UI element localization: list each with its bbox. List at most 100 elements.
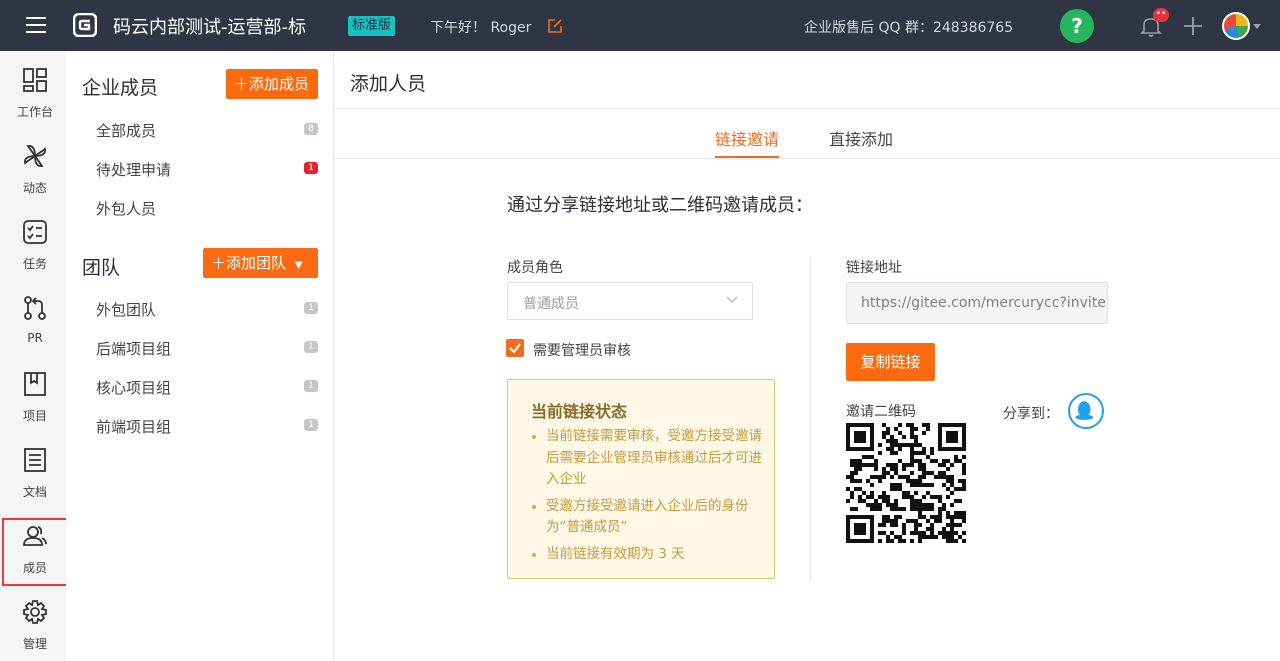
qr-module bbox=[858, 487, 862, 491]
plus-icon[interactable] bbox=[1182, 15, 1204, 37]
nav-item-admin[interactable]: 管理 bbox=[0, 583, 66, 659]
qr-module bbox=[962, 487, 966, 491]
sub-item-team[interactable]: 外包团队 1 bbox=[96, 299, 318, 320]
qr-module bbox=[954, 515, 958, 519]
nav-label: 管理 bbox=[22, 637, 47, 651]
qq-group-text: 企业版售后 QQ 群：248386765 bbox=[804, 20, 1014, 36]
qr-module bbox=[866, 463, 870, 467]
sub-item-team[interactable]: 核心项目组 1 bbox=[96, 377, 318, 398]
copy-link-button[interactable]: 复制链接 bbox=[846, 343, 935, 381]
qr-module bbox=[870, 491, 874, 495]
qr-module bbox=[906, 463, 910, 467]
qr-module bbox=[894, 463, 898, 467]
qr-module bbox=[886, 535, 890, 539]
qr-module bbox=[962, 463, 966, 467]
qr-module bbox=[926, 519, 930, 523]
edit-icon[interactable] bbox=[546, 17, 564, 35]
qr-module bbox=[922, 515, 926, 519]
sub-item-team[interactable]: 前端项目组 1 bbox=[96, 416, 318, 437]
qr-module bbox=[866, 479, 870, 483]
qr-module bbox=[890, 435, 894, 439]
qr-module bbox=[954, 511, 958, 515]
qr-module bbox=[890, 487, 894, 491]
status-item: 当前链接有效期为 3 天 bbox=[530, 544, 762, 566]
qq-share-icon[interactable] bbox=[1068, 393, 1104, 429]
qr-module bbox=[870, 507, 874, 511]
add-team-button[interactable]: ＋添加团队 ▼ bbox=[203, 248, 318, 278]
sub-item-all-members[interactable]: 全部成员 8 bbox=[96, 120, 318, 141]
qr-module bbox=[930, 527, 934, 531]
require-review-checkbox[interactable] bbox=[506, 339, 524, 357]
qr-module bbox=[866, 503, 870, 507]
hamburger-menu-icon[interactable] bbox=[26, 17, 46, 33]
sub-item-pending-requests[interactable]: 待处理申请 1 bbox=[96, 159, 318, 180]
qr-module bbox=[882, 519, 886, 523]
qr-module bbox=[894, 503, 898, 507]
qr-module bbox=[922, 503, 926, 507]
qr-module bbox=[930, 535, 934, 539]
chevron-down-icon bbox=[726, 296, 738, 303]
qr-module bbox=[910, 519, 914, 523]
qr-module bbox=[914, 443, 918, 447]
qr-module bbox=[958, 499, 962, 503]
help-button[interactable]: ? bbox=[1060, 9, 1094, 43]
qr-module bbox=[890, 503, 894, 507]
qr-module bbox=[858, 459, 862, 463]
count-badge: 1 bbox=[304, 162, 318, 174]
qr-module bbox=[850, 475, 854, 479]
qr-module bbox=[954, 539, 958, 543]
qr-module bbox=[950, 491, 954, 495]
qr-module bbox=[878, 531, 882, 535]
sub-item-team[interactable]: 后端项目组 1 bbox=[96, 338, 318, 359]
avatar[interactable] bbox=[1222, 12, 1250, 40]
qr-module bbox=[946, 459, 950, 463]
nav-item-projects[interactable]: 项目 bbox=[0, 355, 66, 431]
role-select[interactable]: 普通成员 bbox=[507, 282, 753, 320]
qr-module bbox=[850, 507, 854, 511]
qr-module bbox=[854, 479, 858, 483]
qr-module bbox=[882, 471, 886, 475]
nav-item-docs[interactable]: 文档 bbox=[0, 431, 66, 507]
nav-label: 文档 bbox=[22, 485, 47, 499]
role-label: 成员角色 bbox=[507, 260, 563, 276]
add-member-button[interactable]: ＋添加成员 bbox=[226, 69, 318, 99]
tab-direct-add[interactable]: 直接添加 bbox=[829, 126, 893, 158]
nav-item-workbench[interactable]: 工作台 bbox=[0, 51, 66, 127]
org-name[interactable]: 码云内部测试-运营部-标 bbox=[113, 13, 306, 39]
pinwheel-icon bbox=[24, 145, 46, 167]
qr-module bbox=[958, 459, 962, 463]
qr-module bbox=[950, 475, 954, 479]
qr-module bbox=[910, 459, 914, 463]
invite-link-input[interactable]: https://gitee.com/mercurycc?invite= bbox=[846, 282, 1108, 324]
divider bbox=[334, 108, 1280, 109]
qr-module bbox=[926, 455, 930, 459]
qr-module bbox=[954, 459, 958, 463]
qr-module bbox=[850, 471, 854, 475]
qr-module bbox=[874, 463, 878, 467]
qr-module bbox=[910, 471, 914, 475]
qr-module bbox=[894, 427, 898, 431]
nav-item-activity[interactable]: 动态 bbox=[0, 127, 66, 203]
sub-item-outsourced[interactable]: 外包人员 bbox=[96, 198, 318, 219]
qr-module bbox=[958, 523, 962, 527]
qr-module bbox=[926, 491, 930, 495]
qr-module bbox=[874, 475, 878, 479]
qr-module bbox=[862, 491, 866, 495]
count-badge: 1 bbox=[304, 302, 318, 314]
qr-code[interactable] bbox=[846, 423, 966, 543]
qr-module bbox=[930, 523, 934, 527]
chevron-down-icon[interactable] bbox=[1253, 24, 1261, 29]
gitee-logo-icon[interactable] bbox=[73, 13, 97, 37]
nav-item-pr[interactable]: PR bbox=[0, 279, 66, 355]
qr-module bbox=[850, 479, 854, 483]
tab-link-invite[interactable]: 链接邀请 bbox=[715, 126, 780, 158]
nav-item-tasks[interactable]: 任务 bbox=[0, 203, 66, 279]
qr-module bbox=[910, 483, 914, 487]
qr-module bbox=[894, 471, 898, 475]
qr-module bbox=[954, 523, 958, 527]
qr-module bbox=[930, 451, 934, 455]
qr-module bbox=[886, 519, 890, 523]
nav-label: PR bbox=[27, 331, 43, 345]
qr-module bbox=[942, 471, 946, 475]
qr-module bbox=[854, 487, 858, 491]
